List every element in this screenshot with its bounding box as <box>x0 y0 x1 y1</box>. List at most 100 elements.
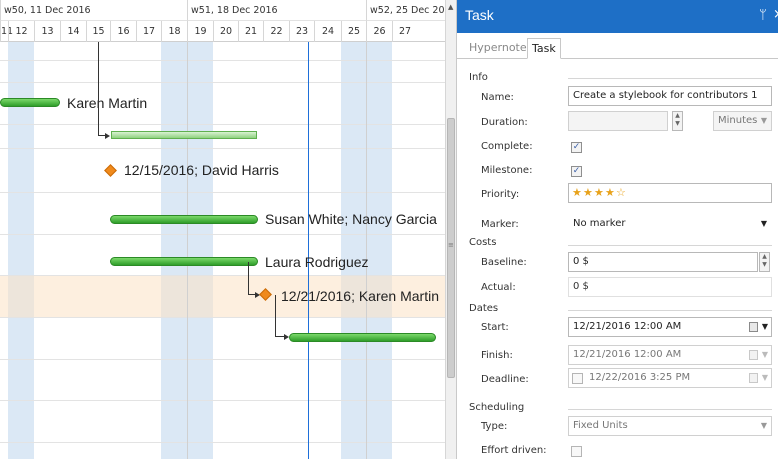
section-divider <box>568 245 772 246</box>
day-header-cell: 24 <box>314 21 341 42</box>
stepper-down-icon[interactable]: ▼ <box>760 261 769 269</box>
day-header-cell: 22 <box>263 21 289 42</box>
deadline-checkbox[interactable] <box>572 373 583 384</box>
section-divider <box>568 409 772 410</box>
actual-label: Actual: <box>481 282 516 293</box>
day-header-cell: 25 <box>341 21 366 42</box>
deadline-label: Deadline: <box>481 374 529 385</box>
row-divider <box>0 442 445 443</box>
baseline-field[interactable]: 0 $ <box>568 252 758 272</box>
day-header-cell: 19 <box>187 21 213 42</box>
row-divider <box>0 192 445 193</box>
task-bar-summary[interactable] <box>111 131 257 139</box>
row-divider <box>0 60 445 61</box>
day-header-cell: 20 <box>213 21 238 42</box>
pin-icon[interactable]: ᛘ <box>759 8 767 23</box>
stepper-down-icon[interactable]: ▼ <box>673 120 682 128</box>
week-header-w50: w50, 11 Dec 2016 <box>0 0 187 21</box>
priority-label: Priority: <box>481 189 520 200</box>
day-header-cell: 26 <box>366 21 392 42</box>
week-header-w51: w51, 18 Dec 2016 <box>187 0 366 21</box>
day-header-cell: 27 <box>392 21 417 42</box>
dependency-arrow <box>105 133 110 139</box>
priority-rating[interactable]: ★ ★ ★ ★ ☆ <box>568 183 772 203</box>
actual-field: 0 $ <box>568 277 772 297</box>
chevron-down-icon[interactable]: ▼ <box>762 346 768 364</box>
task-bar-stylebook[interactable] <box>289 333 436 342</box>
name-label: Name: <box>481 92 514 103</box>
task-label-laura-rodriguez: Laura Rodriguez <box>265 254 369 270</box>
stepper-up-icon[interactable]: ▲ <box>760 253 769 261</box>
marker-select[interactable]: No marker ▼ <box>568 214 772 234</box>
milestone-label-karen-martin: 12/21/2016; Karen Martin <box>281 288 439 304</box>
tab-task[interactable]: Task <box>527 38 561 59</box>
task-bar-laura-rodriguez[interactable] <box>110 257 258 266</box>
chevron-down-icon[interactable]: ▼ <box>761 215 767 233</box>
chevron-down-icon[interactable]: ▼ <box>761 417 767 435</box>
milestone-marker-david-harris[interactable] <box>104 164 117 177</box>
duration-unit-value: Minutes <box>718 115 758 126</box>
week-separator <box>187 42 188 459</box>
weekend-band <box>161 42 187 459</box>
milestone-checkbox[interactable]: ✓ <box>571 166 582 177</box>
deadline-field[interactable]: 12/22/2016 3:25 PM ▼ <box>568 368 772 388</box>
section-divider <box>568 310 772 311</box>
task-panel: Task ᛘ × Hypernote Task Info Name: Creat… <box>456 0 778 459</box>
milestone-label-david-harris: 12/15/2016; David Harris <box>124 162 279 178</box>
marker-value: No marker <box>573 218 626 229</box>
row-divider <box>0 275 445 276</box>
day-header-cell: 23 <box>289 21 314 42</box>
row-divider <box>0 234 445 235</box>
chevron-down-icon[interactable]: ▼ <box>761 112 767 130</box>
vertical-scrollbar[interactable]: ▲ ≡ <box>445 0 456 459</box>
chevron-down-icon[interactable]: ▼ <box>762 369 768 387</box>
chart-body[interactable]: Karen Martin 12/15/2016; David Harris Su… <box>0 42 445 459</box>
stepper-up-icon[interactable]: ▲ <box>673 112 682 120</box>
weekend-band <box>366 42 392 459</box>
priority-star-icon[interactable]: ★ <box>583 184 593 202</box>
day-header-cell: 13 <box>34 21 60 42</box>
calendar-icon[interactable] <box>749 373 758 383</box>
duration-stepper[interactable]: ▲ ▼ <box>672 111 683 131</box>
effort-driven-checkbox[interactable] <box>571 446 582 457</box>
gantt-chart[interactable]: w50, 11 Dec 2016 w51, 18 Dec 2016 w52, 2… <box>0 0 456 459</box>
priority-star-icon[interactable]: ★ <box>572 184 582 202</box>
name-field[interactable]: Create a stylebook for contributors 1 <box>568 86 772 106</box>
calendar-icon[interactable] <box>749 322 758 332</box>
chevron-down-icon[interactable]: ▼ <box>762 318 768 336</box>
calendar-icon[interactable] <box>749 350 758 360</box>
dependency-link <box>248 262 249 295</box>
weekend-band <box>341 42 366 459</box>
duration-label: Duration: <box>481 117 528 128</box>
type-label: Type: <box>481 421 508 432</box>
baseline-stepper[interactable]: ▲ ▼ <box>759 252 770 272</box>
row-divider <box>0 124 445 125</box>
type-value: Fixed Units <box>573 420 628 431</box>
effort-driven-label: Effort driven: <box>481 445 547 456</box>
row-divider <box>0 317 445 318</box>
section-label-dates: Dates <box>469 303 499 314</box>
start-label: Start: <box>481 322 509 333</box>
task-bar-karen-martin[interactable] <box>0 98 60 107</box>
duration-unit-select[interactable]: Minutes ▼ <box>713 111 772 131</box>
priority-star-icon[interactable]: ★ <box>594 184 604 202</box>
week-separator <box>366 42 367 459</box>
complete-checkbox[interactable]: ✓ <box>571 142 582 153</box>
panel-tabs: Hypernote Task <box>457 33 778 59</box>
scroll-up-arrow-icon[interactable]: ▲ <box>448 3 453 11</box>
scrollbar-thumb[interactable]: ≡ <box>447 118 455 378</box>
task-bar-susan-white[interactable] <box>110 215 258 224</box>
finish-date-field[interactable]: 12/21/2016 12:00 AM ▼ <box>568 345 772 365</box>
close-icon[interactable]: × <box>773 7 778 22</box>
priority-star-icon[interactable]: ★ <box>605 184 615 202</box>
marker-label: Marker: <box>481 219 519 230</box>
task-label-karen-martin: Karen Martin <box>67 95 148 111</box>
panel-titlebar: Task ᛘ × <box>457 0 778 33</box>
type-select[interactable]: Fixed Units ▼ <box>568 416 772 436</box>
finish-date-value: 12/21/2016 12:00 AM <box>573 349 682 360</box>
weekend-band <box>187 42 213 459</box>
tab-hypernote[interactable]: Hypernote <box>465 38 531 59</box>
duration-field[interactable] <box>568 111 668 131</box>
priority-star-icon[interactable]: ☆ <box>616 184 626 202</box>
start-date-field[interactable]: 12/21/2016 12:00 AM ▼ <box>568 317 772 337</box>
